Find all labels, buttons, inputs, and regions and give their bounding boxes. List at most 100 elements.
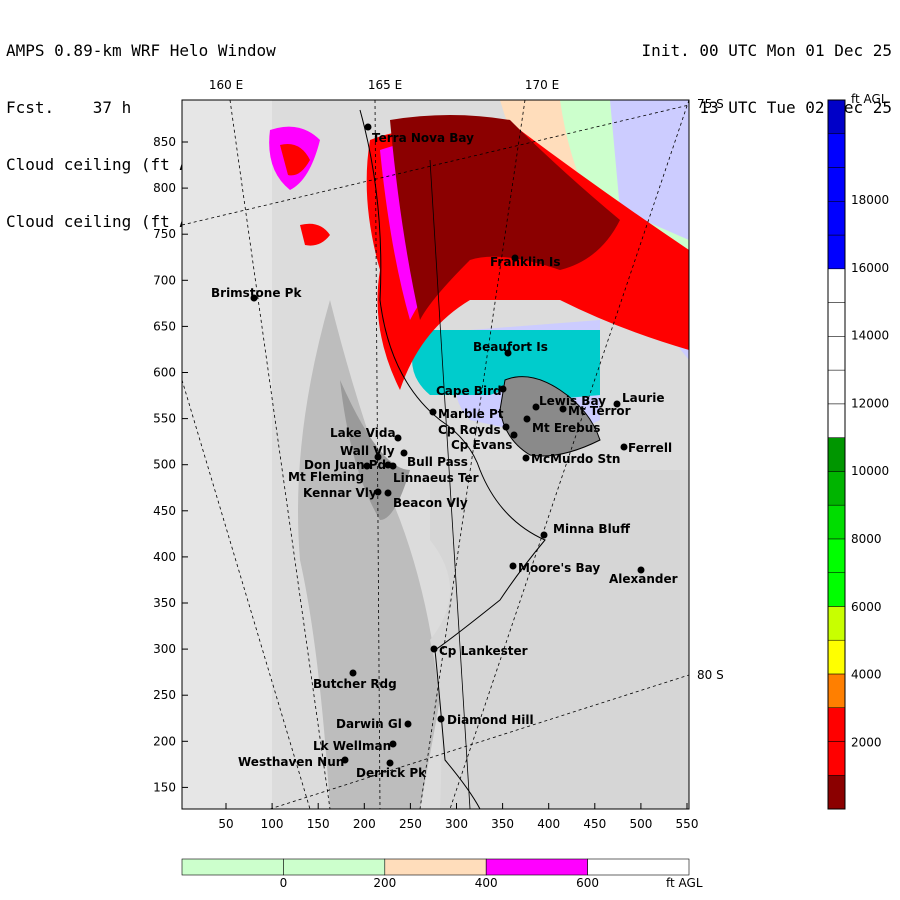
y-tick-label: 150 — [153, 780, 176, 794]
bottom-colorbar-segment — [587, 858, 690, 876]
place-label: Linnaeus Ter — [393, 471, 479, 485]
place-label: Minna Bluff — [553, 522, 630, 536]
place-label: Ferrell — [628, 441, 672, 455]
bottom-colorbar-segment — [384, 858, 487, 876]
x-tick-label: 400 — [537, 817, 560, 831]
y-tick-label: 700 — [153, 273, 176, 287]
right-colorbar-segment — [827, 538, 846, 573]
bottom-colorbar-segment — [485, 858, 588, 876]
y-tick-label: 800 — [153, 181, 176, 195]
y-tick-label: 550 — [153, 412, 176, 426]
lat-label-75: 75 S — [697, 97, 724, 111]
place-label: Mt Fleming — [288, 470, 364, 484]
right-colorbar-segment — [827, 201, 846, 236]
place-label: Beaufort Is — [473, 340, 548, 354]
x-tick-label: 50 — [218, 817, 233, 831]
right-colorbar-segment — [827, 673, 846, 708]
right-colorbar-segment — [827, 268, 846, 303]
place-dot — [522, 454, 530, 462]
place-dot — [502, 423, 510, 431]
map-figure: 160 E 165 E 170 E 75 S 80 S 50 100 150 200 2… — [153, 78, 889, 890]
bottom-colorbar-segment — [283, 858, 386, 876]
lon-label-160: 160 E — [209, 78, 243, 92]
right-colorbar-label: 16000 — [851, 261, 889, 275]
place-dot — [429, 408, 437, 416]
x-tick-label: 250 — [399, 817, 422, 831]
right-colorbar-label: 6000 — [851, 600, 882, 614]
right-colorbar-unit: ft AGL — [851, 92, 888, 106]
right-colorbar-label: 18000 — [851, 193, 889, 207]
place-dot — [559, 405, 567, 413]
bottom-colorbar-label: 600 — [576, 876, 599, 890]
place-label: Darwin Gl — [336, 717, 402, 731]
place-label: Moore's Bay — [518, 561, 600, 575]
right-colorbar-segment — [827, 369, 846, 405]
right-colorbar-segment — [827, 336, 846, 371]
place-dot — [540, 531, 548, 539]
right-colorbar-segment — [827, 403, 846, 438]
x-tick-label: 450 — [583, 817, 606, 831]
place-dot — [430, 645, 438, 653]
place-label: Marble Pt — [438, 407, 504, 421]
right-colorbar-segment — [827, 437, 846, 472]
place-dot — [620, 443, 628, 451]
plateau-shading — [182, 100, 272, 809]
right-colorbar-segment — [827, 639, 846, 675]
place-label: McMurdo Stn — [531, 452, 620, 466]
place-dot — [404, 720, 412, 728]
place-label: Cp Royds — [438, 423, 501, 437]
right-colorbar-segment — [827, 302, 846, 337]
place-label: Wall Vly — [340, 444, 395, 458]
place-label: Terra Nova Bay — [372, 131, 474, 145]
x-tick-label: 150 — [307, 817, 330, 831]
y-tick-label: 500 — [153, 458, 176, 472]
place-label: Westhaven Nun — [238, 755, 344, 769]
y-tick-label: 200 — [153, 734, 176, 748]
right-colorbar-segment — [827, 504, 846, 540]
place-label: Derrick Pk — [356, 766, 427, 780]
place-label: Laurie — [622, 391, 664, 405]
place-label: Alexander — [609, 572, 678, 586]
y-tick-label: 450 — [153, 504, 176, 518]
place-label: Kennar Vly — [303, 486, 377, 500]
y-tick-label: 350 — [153, 596, 176, 610]
bottom-colorbar-label: 400 — [475, 876, 498, 890]
place-label: Lake Vida — [330, 426, 396, 440]
y-axis: 850 800 750 700 650 600 550 500 450 400 350 300 250 2… — [153, 135, 188, 794]
right-colorbar-segment — [827, 606, 846, 641]
right-colorbar-label: 12000 — [851, 396, 889, 410]
place-dot — [389, 462, 397, 470]
place-label: Mt Erebus — [532, 421, 600, 435]
place-dot — [523, 415, 531, 423]
place-label: Butcher Rdg — [313, 677, 397, 691]
ice-shelf — [430, 470, 689, 809]
lon-label-165: 165 E — [368, 78, 402, 92]
place-label: Cp Lankester — [439, 644, 528, 658]
y-tick-label: 600 — [153, 366, 176, 380]
place-label: Franklin Is — [490, 255, 561, 269]
x-tick-label: 500 — [629, 817, 652, 831]
right-colorbar-label: 4000 — [851, 668, 882, 682]
lat-label-80: 80 S — [697, 668, 724, 682]
place-label: Diamond Hill — [447, 713, 534, 727]
place-label: Cape Bird — [436, 384, 502, 398]
right-colorbar-segment — [827, 572, 846, 607]
x-tick-label: 300 — [445, 817, 468, 831]
right-colorbar: 18000 16000 14000 12000 10000 8000 6000 4000 200… — [827, 99, 889, 810]
place-label: Mt Terror — [568, 404, 631, 418]
right-colorbar-segment — [827, 234, 846, 270]
x-tick-label: 550 — [676, 817, 699, 831]
right-colorbar-label: 2000 — [851, 735, 882, 749]
y-tick-label: 300 — [153, 642, 176, 656]
right-colorbar-segment — [827, 471, 846, 506]
place-dot — [364, 123, 372, 131]
right-colorbar-label: 10000 — [851, 464, 889, 478]
place-dot — [437, 715, 445, 723]
right-colorbar-segment — [827, 774, 846, 810]
right-colorbar-segment — [827, 741, 846, 776]
x-tick-label: 200 — [353, 817, 376, 831]
x-tick-label: 350 — [491, 817, 514, 831]
y-tick-label: 400 — [153, 550, 176, 564]
y-tick-label: 650 — [153, 319, 176, 333]
bottom-colorbar-segment — [181, 858, 284, 876]
